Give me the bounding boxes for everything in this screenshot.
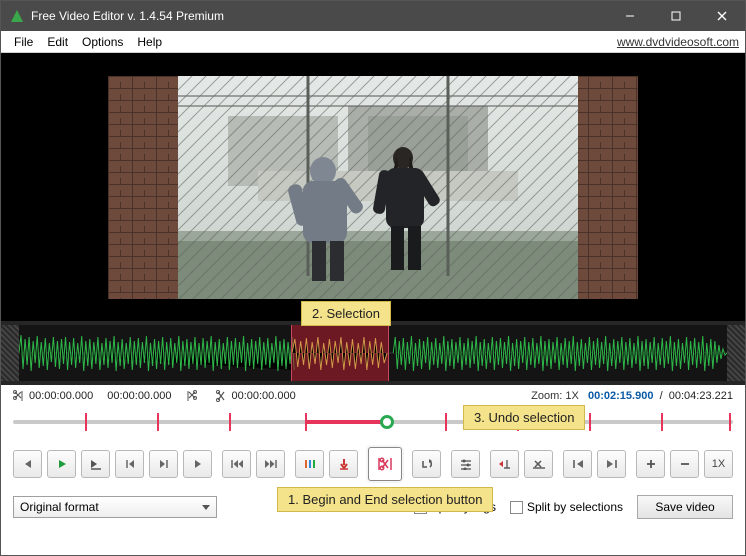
next-frame-button[interactable]: [149, 450, 178, 478]
controls-bar: 1X: [1, 445, 745, 489]
trim-start-time: 00:00:00.000: [29, 390, 93, 402]
rotate-button[interactable]: [412, 450, 441, 478]
timeline-tick: [85, 413, 87, 431]
video-preview-area: 2. Selection: [1, 53, 745, 321]
timeline-playhead[interactable]: [380, 415, 394, 429]
total-time: 00:04:23.221: [669, 390, 733, 402]
annotation-undo: 3. Undo selection: [463, 405, 585, 430]
split-by-selections-checkbox[interactable]: Split by selections: [510, 500, 623, 514]
timeline-tick: [157, 413, 159, 431]
window-title: Free Video Editor v. 1.4.54 Premium: [31, 9, 607, 23]
zoom-reset-button[interactable]: 1X: [704, 450, 733, 478]
trim-right-icon: [185, 390, 197, 402]
menu-edit[interactable]: Edit: [40, 33, 75, 51]
zoom-out-button[interactable]: [670, 450, 699, 478]
play-selection-button[interactable]: [81, 450, 110, 478]
waveform-area[interactable]: [1, 321, 745, 385]
app-logo-icon: [9, 8, 25, 24]
clear-selections-button[interactable]: [524, 450, 553, 478]
menu-options[interactable]: Options: [75, 33, 130, 51]
waveform[interactable]: [19, 325, 727, 381]
menu-help[interactable]: Help: [130, 33, 169, 51]
bottom-bar: Original format 1. Begin and End selecti…: [1, 489, 745, 525]
forward-button[interactable]: [183, 450, 212, 478]
prev-frame-button[interactable]: [115, 450, 144, 478]
waveform-selection[interactable]: [291, 325, 389, 381]
play-button[interactable]: [47, 450, 76, 478]
rewind-button[interactable]: [13, 450, 42, 478]
timeline-tick: [229, 413, 231, 431]
maximize-button[interactable]: [653, 1, 699, 31]
format-select-value: Original format: [20, 500, 99, 514]
timeline-tick: [589, 413, 591, 431]
trim-left-icon: [13, 390, 25, 402]
video-frame[interactable]: [108, 76, 638, 299]
split-by-tags-checkbox[interactable]: Split by tags: [414, 500, 496, 514]
undo-selection-button[interactable]: [490, 450, 519, 478]
cut-selection-button[interactable]: [368, 447, 402, 481]
scissors-icon: [215, 390, 227, 402]
time-info-bar: 00:00:00.000 00:00:00.000 00:00:00.000 Z…: [1, 385, 745, 405]
timeline-tick: [517, 413, 519, 431]
time-separator: /: [660, 390, 663, 402]
trim-end-time: 00:00:00.000: [107, 390, 171, 402]
waveform-handle-right[interactable]: [727, 325, 745, 381]
zoom-in-button[interactable]: [636, 450, 665, 478]
title-bar: Free Video Editor v. 1.4.54 Premium: [1, 1, 745, 31]
split-by-selections-label: Split by selections: [527, 500, 623, 514]
set-marker-button[interactable]: [329, 450, 358, 478]
close-button[interactable]: [699, 1, 745, 31]
set-end-button[interactable]: [597, 450, 626, 478]
timeline-tick: [661, 413, 663, 431]
timeline-tick: [445, 413, 447, 431]
goto-end-button[interactable]: [256, 450, 285, 478]
format-select[interactable]: Original format: [13, 496, 217, 518]
save-video-button[interactable]: Save video: [637, 495, 733, 519]
menu-file[interactable]: File: [7, 33, 40, 51]
checkbox-box-icon: [510, 501, 523, 514]
timeline[interactable]: 3. Undo selection: [13, 409, 733, 439]
set-start-button[interactable]: [563, 450, 592, 478]
checkbox-box-icon: [414, 501, 427, 514]
timeline-tick: [729, 413, 731, 431]
zoom-value: 1X: [565, 390, 578, 402]
waveform-handle-left[interactable]: [1, 325, 19, 381]
current-time: 00:02:15.900: [588, 390, 653, 402]
timeline-selection[interactable]: [305, 420, 391, 424]
goto-start-button[interactable]: [222, 450, 251, 478]
markers-button[interactable]: [295, 450, 324, 478]
timeline-tick: [305, 413, 307, 431]
website-link[interactable]: www.dvdvideosoft.com: [617, 35, 739, 49]
split-by-tags-label: Split by tags: [431, 500, 496, 514]
zoom-label: Zoom:: [531, 390, 562, 402]
minimize-button[interactable]: [607, 1, 653, 31]
cursor-time: 00:00:00.000: [231, 390, 295, 402]
menu-bar: File Edit Options Help www.dvdvideosoft.…: [1, 31, 745, 53]
settings-button[interactable]: [451, 450, 480, 478]
